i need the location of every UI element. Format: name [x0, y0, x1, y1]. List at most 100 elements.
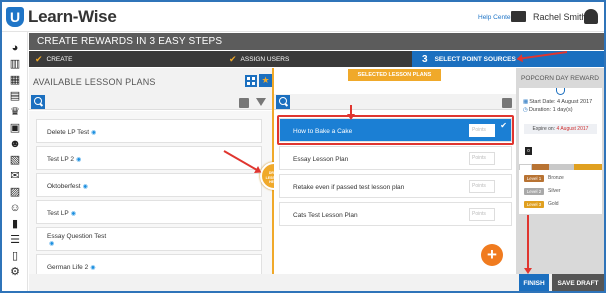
step-select-point-sources[interactable]: 3 SELECT POINT SOURCES [412, 51, 604, 67]
reward-levels-card: Level 1 Bronze Level 2 Silver Level 3 Go… [519, 170, 602, 214]
bar-chart-icon[interactable]: ▮ [9, 219, 21, 230]
start-date-line: ▦Start Date: 4 August 2017 [523, 99, 592, 105]
middle-search-row [274, 94, 516, 110]
grid-view-icon[interactable] [245, 75, 257, 87]
list-item[interactable]: Cats Test Lesson Plan Points [279, 202, 512, 226]
badge-shield-icon [556, 88, 565, 95]
list-item[interactable]: Essay Lesson Plan Points [279, 146, 512, 170]
level-row: Level 1 Bronze [524, 174, 564, 182]
list-item[interactable]: Test LP ◉ [36, 200, 262, 224]
annotation-arrow [527, 215, 529, 271]
step-select-point-sources-label: SELECT POINT SOURCES [434, 55, 516, 63]
eye-icon[interactable]: ◉ [49, 241, 54, 247]
mail-icon[interactable] [511, 11, 526, 22]
clear-icon[interactable] [502, 98, 512, 108]
step-create-label: CREATE [46, 55, 73, 63]
level-medal: Silver [548, 188, 561, 194]
favorites-star-icon[interactable]: ★ [259, 74, 272, 87]
step-assign-users[interactable]: ✔ ASSIGN USERS [229, 51, 289, 67]
reward-summary-panel: POPCORN DAY REWARD ▦Start Date: 4 August… [516, 68, 604, 274]
reward-details-card: ▦Start Date: 4 August 2017 ◷Duration: 1 … [519, 88, 602, 181]
annotation-arrow [350, 105, 352, 117]
lesson-plan-label: German Life 2 [47, 264, 89, 271]
bottom-bar [29, 274, 604, 291]
user-name[interactable]: Rachel Smith [533, 12, 587, 22]
page-header: CREATE REWARDS IN 3 EASY STEPS [29, 33, 604, 50]
level-row: Level 3 Gold [524, 200, 559, 208]
dashboard-icon[interactable]: ◕ [9, 43, 21, 54]
reports-icon[interactable]: ▧ [9, 155, 21, 166]
selected-lesson-plans-header: SELECTED LESSON PLANS [274, 68, 516, 94]
list-icon[interactable]: ☰ [9, 235, 21, 246]
level-medal: Bronze [548, 175, 564, 181]
points-input[interactable]: Points [469, 208, 495, 221]
lesson-plan-label: Delete LP Test [47, 129, 90, 136]
available-lesson-plans-list: Delete LP Test ◉ Test LP 2 ◉ Oktoberfest ◉ … [29, 111, 272, 274]
settings-gear-icon[interactable]: ⚙ [9, 267, 21, 278]
app-logo[interactable]: U Learn-Wise [6, 6, 117, 28]
lesson-plan-label: Test LP 2 [47, 156, 74, 163]
list-item[interactable]: Essay Question Test ◉ [36, 227, 262, 251]
logo-badge: U [6, 7, 24, 27]
eye-icon[interactable]: ◉ [76, 157, 81, 163]
points-input[interactable]: Points [469, 180, 495, 193]
finish-button[interactable]: FINISH [519, 274, 549, 291]
level-pill: Level 1 [524, 174, 544, 182]
mobile-icon[interactable]: ▯ [9, 251, 21, 262]
library-icon[interactable]: ▥ [9, 59, 21, 70]
list-item[interactable]: Oktoberfest ◉ [36, 173, 262, 197]
clock-icon: ◷ [523, 107, 528, 113]
save-draft-button[interactable]: SAVE DRAFT [552, 274, 604, 291]
newspaper-icon[interactable]: ▨ [9, 187, 21, 198]
left-search-row [29, 94, 272, 110]
check-icon: ✔ [35, 53, 43, 64]
calendar-icon: ▦ [523, 99, 529, 105]
users-icon[interactable]: ☻ [9, 139, 21, 150]
user-avatar-icon[interactable] [584, 9, 598, 24]
points-input[interactable]: Points [469, 152, 495, 165]
expire-label: Expire on: [532, 126, 556, 132]
eye-icon[interactable]: ◉ [91, 130, 96, 136]
list-item[interactable]: Test LP 2 ◉ [36, 146, 262, 170]
app-name: Learn-Wise [28, 7, 117, 26]
level-row: Level 2 Silver [524, 187, 561, 195]
available-lesson-plans-title: AVAILABLE LESSON PLANS [33, 77, 156, 87]
trophy-icon[interactable]: ♛ [9, 107, 21, 118]
lesson-plan-label: Oktoberfest [47, 183, 81, 190]
eye-icon[interactable]: ◉ [90, 265, 95, 271]
start-date-text: Start Date: 4 August 2017 [529, 99, 593, 105]
list-item[interactable]: Retake even if passed test lesson plan P… [279, 174, 512, 198]
calendar-icon[interactable]: ▤ [9, 91, 21, 102]
expire-banner: Expire on: 4 August 2017 [524, 124, 597, 134]
reward-title: POPCORN DAY REWARD [521, 75, 599, 82]
clipboard-icon[interactable]: ▣ [9, 123, 21, 134]
level-medal: Gold [548, 201, 559, 207]
selected-lesson-plans-title: SELECTED LESSON PLANS [348, 69, 441, 81]
level-pill: Level 3 [524, 200, 544, 208]
search-icon[interactable] [276, 95, 290, 109]
search-icon[interactable] [31, 95, 45, 109]
lesson-plan-label: Cats Test Lesson Plan [293, 212, 358, 219]
clear-icon[interactable] [239, 98, 249, 108]
app-window: U Learn-Wise Help Center Rachel Smith ◕ … [0, 0, 606, 293]
list-item[interactable]: German Life 2 ◉ [36, 254, 262, 274]
envelope-icon[interactable]: ✉ [9, 171, 21, 182]
add-lesson-button[interactable]: + [481, 244, 503, 266]
step-assign-users-label: ASSIGN USERS [240, 55, 290, 63]
user-group-icon[interactable]: ☺ [9, 203, 21, 214]
step-create[interactable]: ✔ CREATE [35, 51, 72, 67]
page-title: CREATE REWARDS IN 3 EASY STEPS [37, 36, 223, 47]
help-center-link[interactable]: Help Center [478, 14, 513, 21]
books-icon[interactable]: ▦ [9, 75, 21, 86]
lesson-plan-label: Retake even if passed test lesson plan [293, 184, 405, 191]
step-number: 3 [422, 53, 428, 65]
filter-icon[interactable] [256, 98, 266, 106]
check-icon: ✔ [229, 53, 237, 64]
eye-icon[interactable]: ◉ [71, 211, 76, 217]
lesson-plan-label: Essay Question Test [47, 233, 107, 240]
eye-icon[interactable]: ◉ [83, 184, 88, 190]
top-bar: U Learn-Wise Help Center Rachel Smith [2, 2, 604, 32]
list-item[interactable]: Delete LP Test ◉ [36, 119, 262, 143]
duration-text: Duration: 1 day(s) [528, 107, 573, 113]
side-nav: ◕ ▥ ▦ ▤ ♛ ▣ ☻ ▧ ✉ ▨ ☺ ▮ ☰ ▯ ⚙ [2, 32, 28, 291]
